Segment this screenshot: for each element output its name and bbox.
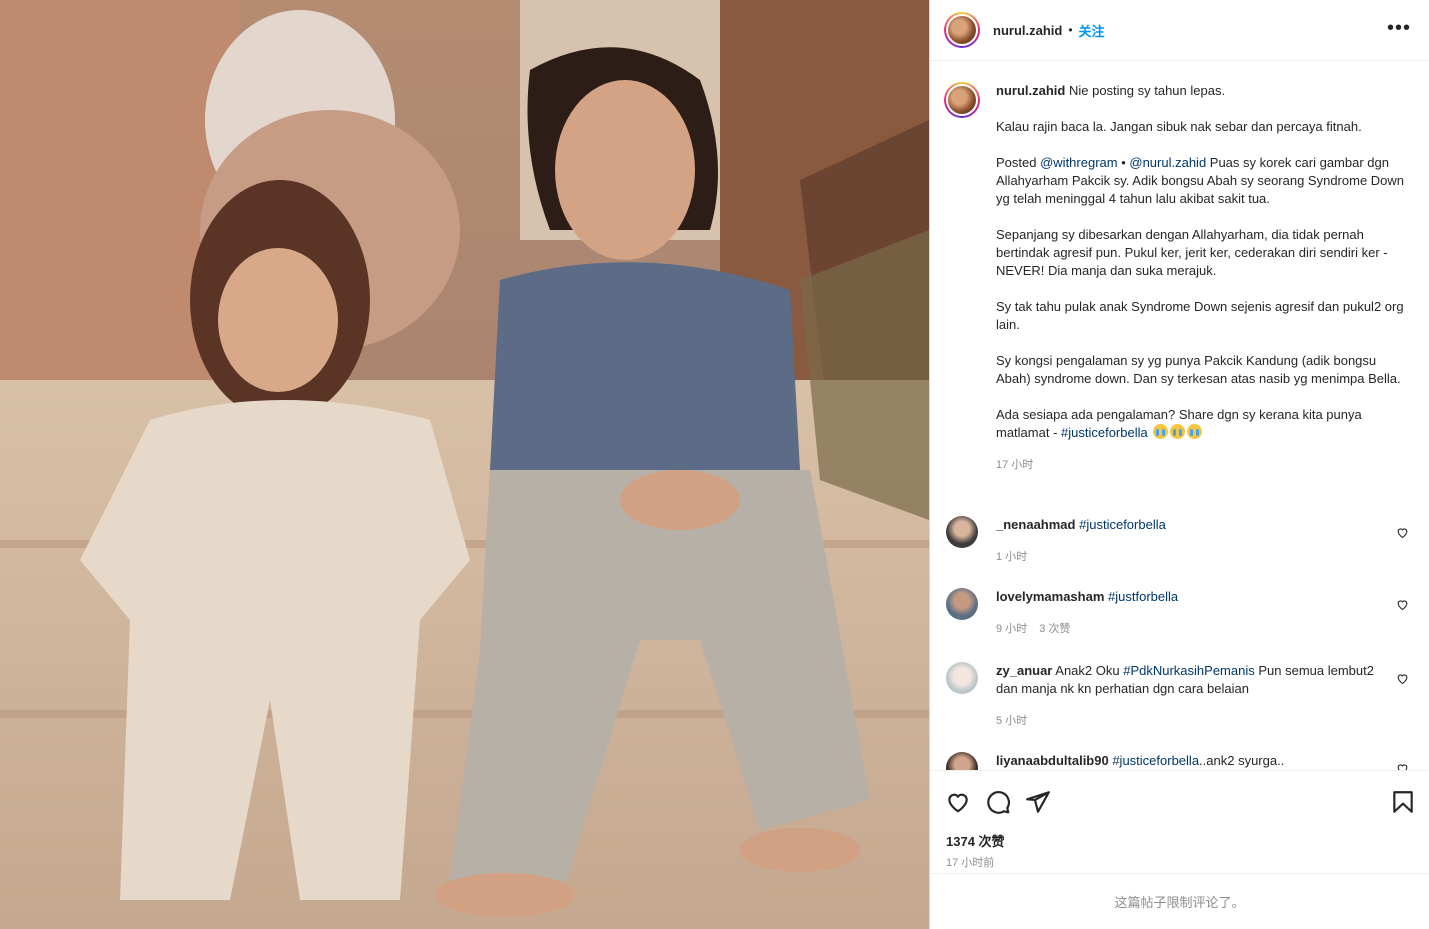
comment-meta: 1 小时 — [996, 548, 1381, 566]
comments-scroll-area[interactable]: nurul.zahid Nie posting sy tahun lepas. … — [930, 62, 1429, 770]
comment-likes[interactable]: 3 次赞 — [1039, 623, 1070, 635]
caption-text: Nie posting sy tahun lepas. — [1068, 83, 1226, 98]
hashtag-justiceforbella[interactable]: #justiceforbella — [1061, 425, 1148, 440]
author-avatar[interactable] — [944, 12, 980, 48]
post-date[interactable]: 17 小时前 — [946, 854, 994, 870]
caption: nurul.zahid Nie posting sy tahun lepas. … — [944, 82, 1419, 474]
caption-paragraph-6: Sy kongsi pengalaman sy yg punya Pakcik … — [996, 353, 1401, 386]
commenter-username[interactable]: lovelymamasham — [996, 589, 1104, 604]
commenter-avatar[interactable] — [946, 662, 978, 694]
caption-paragraph-7: Ada sesiapa ada pengalaman? Share dgn sy… — [996, 406, 1406, 442]
comment-item: zy_anuar Anak2 Oku #PdkNurkasihPemanis P… — [944, 662, 1419, 730]
more-horizontal-icon[interactable]: ••• — [1387, 18, 1411, 38]
mention-withregram[interactable]: @withregram — [1040, 155, 1118, 170]
comments-limited-notice: 这篇帖子限制评论了。 — [930, 873, 1429, 929]
crying-face-icon — [1187, 424, 1203, 439]
commenter-username[interactable]: liyanaabdultalib90 — [996, 753, 1109, 768]
post-header: nurul.zahid • 关注 ••• — [930, 0, 1429, 61]
follow-button[interactable]: 关注 — [1079, 21, 1105, 40]
comment-time[interactable]: 5 小时 — [996, 715, 1027, 727]
comment-hashtag[interactable]: #justforbella — [1108, 589, 1178, 604]
commenter-username[interactable]: _nenaahmad — [996, 517, 1075, 532]
comment-time[interactable]: 1 小时 — [996, 551, 1027, 563]
caption-paragraph-5: Sy tak tahu pulak anak Syndrome Down sej… — [996, 299, 1404, 332]
comment-body: lovelymamasham #justforbella 9 小时 3 次赞 — [996, 588, 1381, 638]
crying-face-icon — [1170, 424, 1186, 439]
post-photo[interactable] — [0, 0, 929, 929]
caption-time[interactable]: 17 小时 — [996, 456, 1406, 474]
comment-like-heart-icon[interactable] — [1396, 672, 1409, 685]
caption-paragraph-2: Kalau rajin baca la. Jangan sibuk nak se… — [996, 119, 1362, 134]
comment-body: zy_anuar Anak2 Oku #PdkNurkasihPemanis P… — [996, 662, 1381, 730]
comment-like-heart-icon[interactable] — [1396, 526, 1409, 539]
comment-item: liyanaabdultalib90 #justiceforbella..ank… — [944, 752, 1419, 770]
author-username[interactable]: nurul.zahid — [993, 23, 1062, 38]
caption-p3-prefix: Posted — [996, 155, 1041, 170]
commenter-avatar[interactable] — [946, 752, 978, 770]
comment-text-pre: Anak2 Oku — [1055, 663, 1124, 678]
post-dialog: nurul.zahid • 关注 ••• nurul.zahid Nie pos… — [0, 0, 1429, 929]
commenter-username[interactable]: zy_anuar — [996, 663, 1052, 678]
comment-meta: 9 小时 3 次赞 — [996, 620, 1381, 638]
caption-line-1: nurul.zahid Nie posting sy tahun lepas. — [996, 82, 1406, 100]
mention-nurul-zahid[interactable]: @nurul.zahid — [1129, 155, 1206, 170]
comment-like-heart-icon[interactable] — [1396, 762, 1409, 770]
comment-item: lovelymamasham #justforbella 9 小时 3 次赞 — [944, 588, 1419, 638]
commenter-avatar[interactable] — [946, 516, 978, 548]
comment-hashtag[interactable]: #justiceforbella — [1112, 753, 1199, 768]
caption-paragraph-4: Sepanjang sy dibesarkan dengan Allahyarh… — [996, 227, 1388, 278]
post-actions: 1374 次赞 17 小时前 — [930, 770, 1429, 873]
like-count[interactable]: 1374 次赞 — [946, 831, 1005, 850]
comment-like-heart-icon[interactable] — [1396, 598, 1409, 611]
share-send-icon[interactable] — [1025, 789, 1051, 815]
commenter-avatar[interactable] — [946, 588, 978, 620]
caption-username[interactable]: nurul.zahid — [996, 83, 1065, 98]
separator-dot: • — [1068, 23, 1073, 37]
comment-bubble-icon[interactable] — [985, 789, 1011, 815]
comment-meta: 5 小时 — [996, 712, 1381, 730]
crying-face-icon — [1153, 424, 1169, 439]
caption-p3-sep: • — [1117, 155, 1130, 170]
caption-body: nurul.zahid Nie posting sy tahun lepas. … — [996, 82, 1406, 474]
caption-avatar[interactable] — [944, 82, 980, 118]
comment-body: _nenaahmad #justiceforbella 1 小时 — [996, 516, 1381, 566]
comment-time[interactable]: 9 小时 — [996, 623, 1027, 635]
bookmark-save-icon[interactable] — [1390, 789, 1416, 815]
post-image — [0, 0, 929, 929]
comment-body: liyanaabdultalib90 #justiceforbella..ank… — [996, 752, 1381, 770]
comment-text: ..ank2 syurga.. — [1199, 753, 1285, 768]
comment-item: _nenaahmad #justiceforbella 1 小时 — [944, 516, 1419, 566]
comment-hashtag[interactable]: #PdkNurkasihPemanis — [1123, 663, 1255, 678]
post-side-panel: nurul.zahid • 关注 ••• nurul.zahid Nie pos… — [929, 0, 1429, 929]
like-heart-icon[interactable] — [945, 789, 971, 815]
caption-paragraph-3: Posted @withregram • @nurul.zahid Puas s… — [996, 154, 1406, 208]
comment-hashtag[interactable]: #justiceforbella — [1079, 517, 1166, 532]
